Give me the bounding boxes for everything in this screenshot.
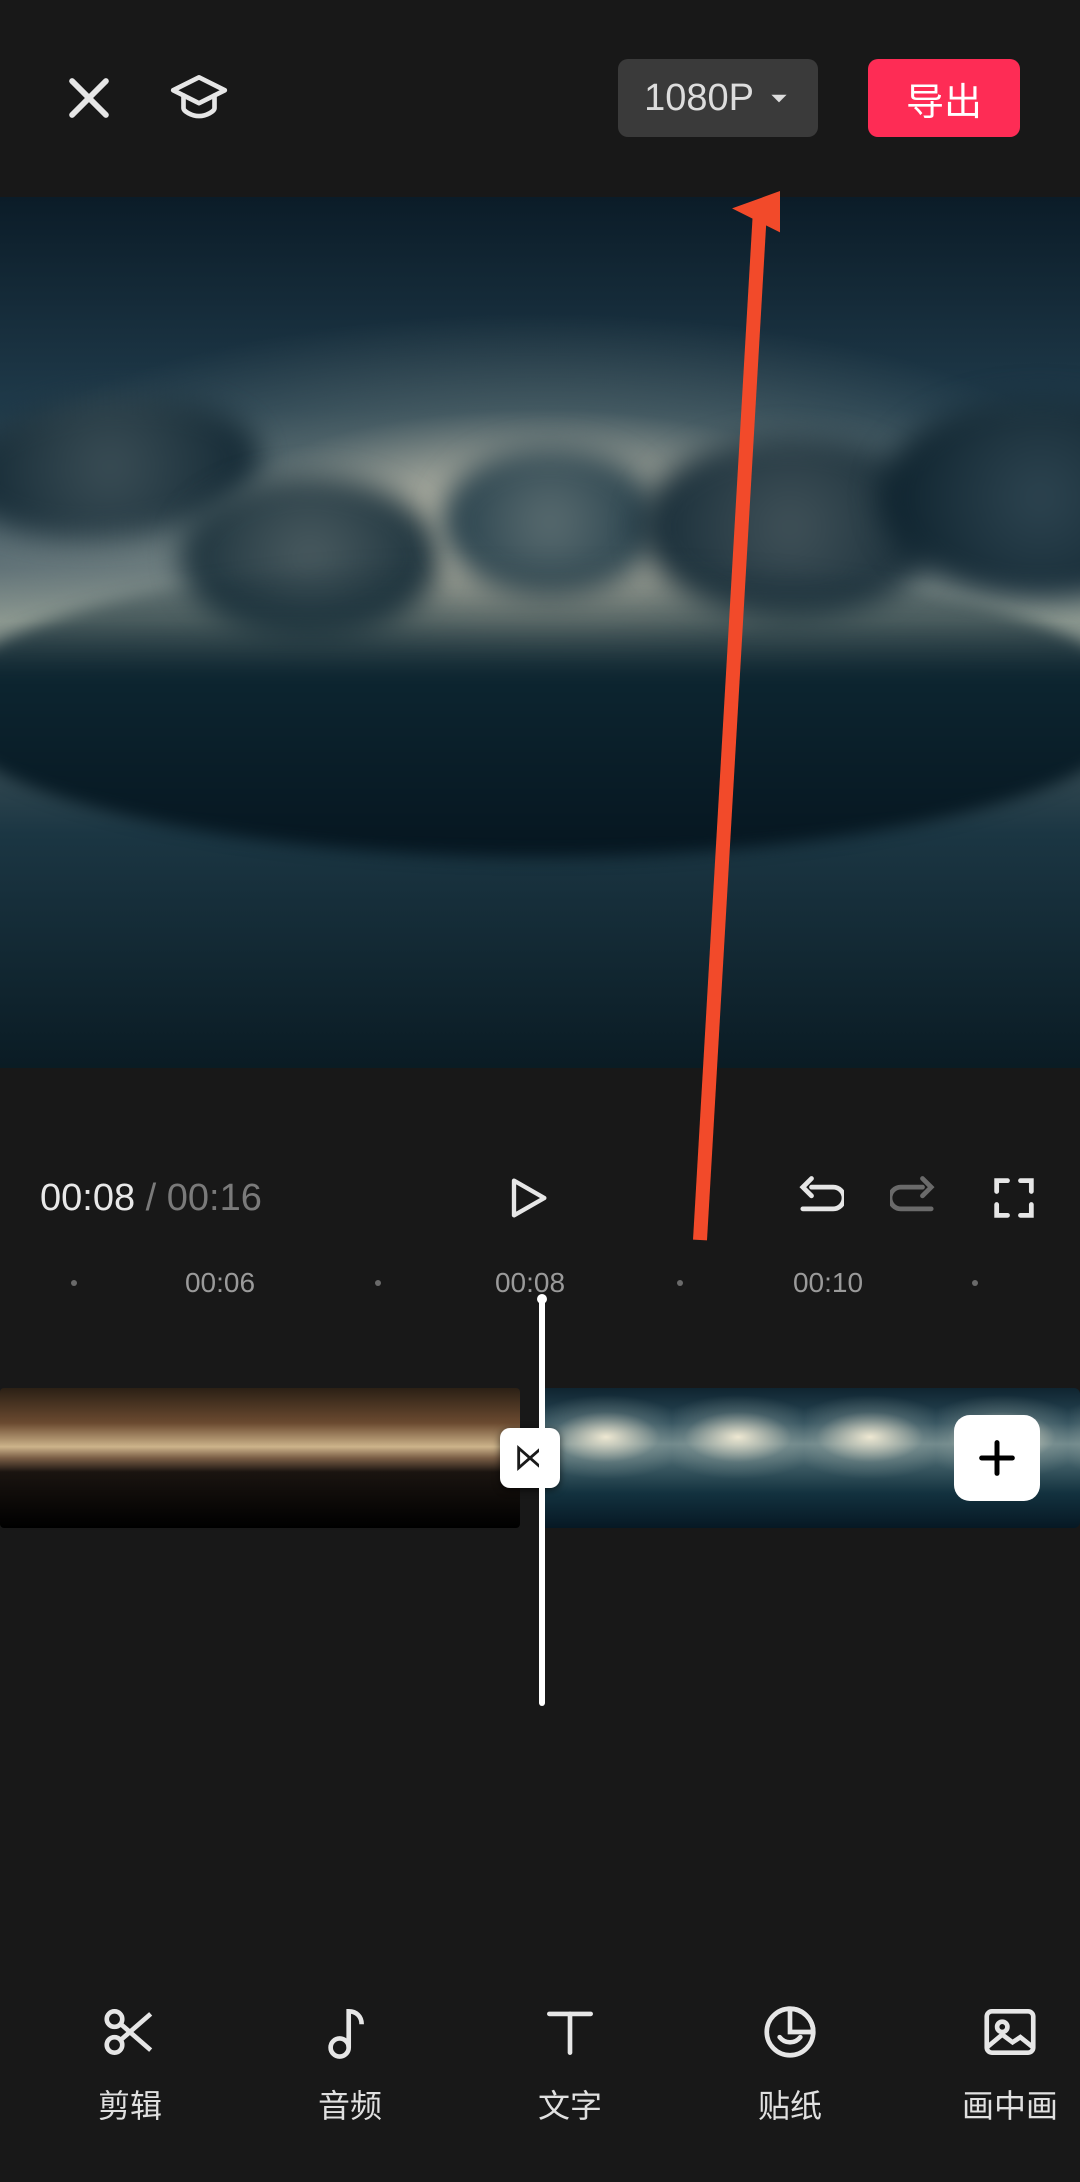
ruler-mark: 00:10 [793, 1267, 863, 1299]
music-note-icon [319, 2001, 381, 2063]
tool-edit[interactable]: 剪辑 [40, 2001, 220, 2127]
time-display: 00:08 / 00:16 [40, 1177, 262, 1220]
playback-controls: 00:08 / 00:16 [0, 1138, 1080, 1258]
academy-icon[interactable] [168, 67, 230, 129]
scissors-icon [99, 2001, 161, 2063]
timeline[interactable]: 00:06 00:08 00:10 [0, 1258, 1080, 1946]
playhead[interactable] [539, 1298, 545, 1706]
tool-text[interactable]: 文字 [480, 2001, 660, 2127]
ruler-mark: 00:06 [185, 1267, 255, 1299]
video-editor-screen: 1080P 导出 00:08 / 00:16 [0, 0, 1080, 2182]
undo-icon[interactable] [792, 1172, 844, 1224]
close-icon[interactable] [60, 69, 118, 127]
tool-audio[interactable]: 音频 [260, 2001, 440, 2127]
export-label: 导出 [906, 71, 982, 126]
image-icon [979, 2001, 1041, 2063]
add-clip-button[interactable] [954, 1415, 1040, 1501]
tool-pip[interactable]: 画中画 [920, 2001, 1080, 2127]
duration: 00:16 [167, 1177, 262, 1219]
text-icon [539, 2001, 601, 2063]
redo-icon[interactable] [890, 1172, 942, 1224]
resolution-button[interactable]: 1080P [618, 59, 818, 137]
chevron-down-icon [766, 85, 792, 111]
export-button[interactable]: 导出 [868, 59, 1020, 137]
preview-area: 00:08 / 00:16 [0, 197, 1080, 1259]
plus-icon [974, 1435, 1020, 1481]
video-preview[interactable] [0, 197, 1080, 1259]
fullscreen-icon[interactable] [988, 1172, 1040, 1224]
clip-1[interactable] [0, 1388, 520, 1528]
tool-sticker[interactable]: 贴纸 [700, 2001, 880, 2127]
resolution-label: 1080P [644, 77, 754, 120]
ruler-mark: 00:08 [495, 1267, 565, 1299]
sticker-icon [759, 2001, 821, 2063]
play-icon[interactable] [501, 1172, 553, 1224]
current-time: 00:08 [40, 1177, 135, 1219]
top-bar: 1080P 导出 [0, 0, 1080, 197]
bottom-toolbar: 剪辑 音频 文字 贴纸 画中画 特 [0, 1946, 1080, 2182]
transition-button[interactable] [500, 1428, 560, 1488]
